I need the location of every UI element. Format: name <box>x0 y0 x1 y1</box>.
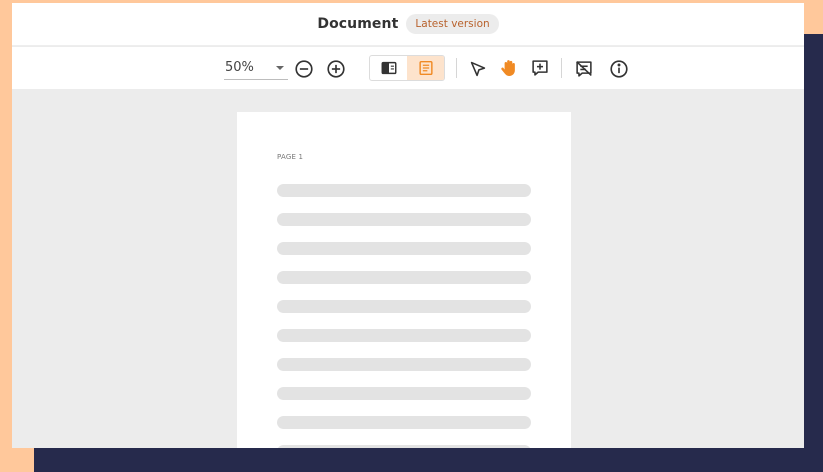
document-viewer-window: Document Latest version 50% PAGE 1 <box>12 3 804 448</box>
toolbar-separator <box>456 58 457 78</box>
info-icon[interactable] <box>607 57 631 81</box>
placeholder-text-line <box>277 242 531 255</box>
placeholder-text-line <box>277 300 531 313</box>
zoom-value: 50% <box>225 60 254 75</box>
placeholder-text-line <box>277 184 531 197</box>
document-canvas[interactable]: PAGE 1 <box>12 89 804 448</box>
notes-list-icon <box>418 60 433 76</box>
chevron-down-icon <box>276 66 284 70</box>
placeholder-text-line <box>277 416 531 429</box>
cursor-arrow-icon[interactable] <box>466 57 490 81</box>
page-label: PAGE 1 <box>277 153 304 161</box>
hand-icon[interactable] <box>497 56 521 80</box>
document-title: Document <box>317 16 399 32</box>
placeholder-text-line <box>277 358 531 371</box>
minus-circle-icon[interactable] <box>292 57 316 81</box>
placeholder-text-line <box>277 213 531 226</box>
add-box-icon[interactable] <box>528 56 552 80</box>
placeholder-text-line <box>277 445 531 448</box>
zoom-select[interactable]: 50% <box>224 56 288 80</box>
comments-off-icon[interactable] <box>572 57 596 81</box>
toolbar-separator <box>561 58 562 78</box>
plus-circle-icon[interactable] <box>324 57 348 81</box>
view-sidebar-button[interactable] <box>370 56 407 80</box>
view-annotations-button[interactable] <box>407 56 444 80</box>
toolbar: 50% <box>12 47 804 89</box>
title-bar: Document Latest version <box>12 3 804 46</box>
placeholder-text-line <box>277 271 531 284</box>
sidebar-layout-icon <box>381 61 396 75</box>
placeholder-text-line <box>277 329 531 342</box>
placeholder-text-line <box>277 387 531 400</box>
document-page[interactable]: PAGE 1 <box>237 112 571 448</box>
version-badge[interactable]: Latest version <box>406 14 499 34</box>
view-mode-toggle <box>369 55 445 81</box>
